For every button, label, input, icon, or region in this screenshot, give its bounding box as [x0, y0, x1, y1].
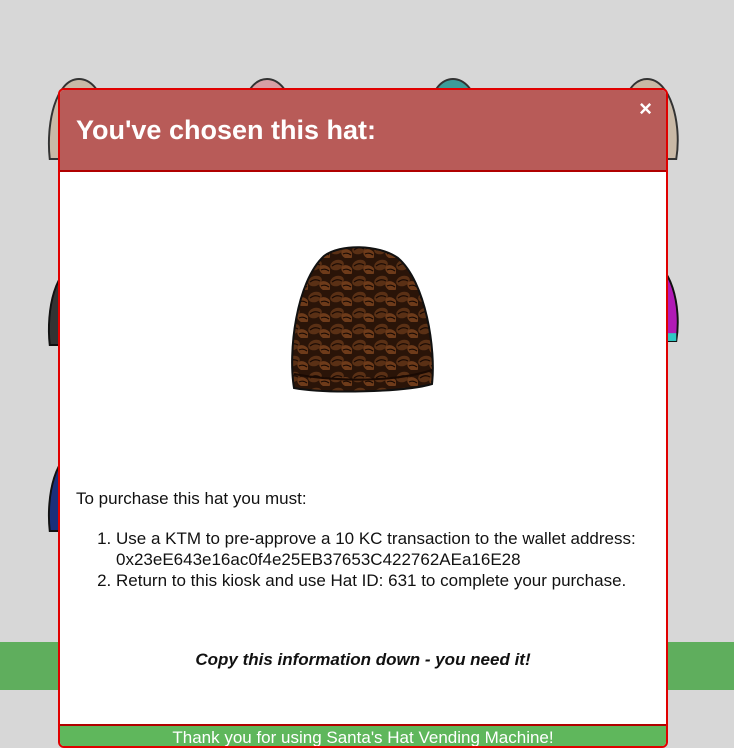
purchase-steps: Use a KTM to pre-approve a 10 KC transac…: [76, 528, 666, 591]
instructions-intro: To purchase this hat you must:: [76, 489, 307, 508]
close-icon[interactable]: ×: [639, 96, 652, 122]
step-2: Return to this kiosk and use Hat ID: 631…: [116, 570, 666, 591]
coffee-bean-hat-image: [291, 246, 434, 393]
copy-note: Copy this information down - you need it…: [195, 650, 531, 669]
hat-selection-modal: You've chosen this hat: × To purchase th…: [58, 88, 668, 748]
modal-title: You've chosen this hat:: [76, 115, 376, 145]
step-1: Use a KTM to pre-approve a 10 KC transac…: [116, 528, 666, 570]
modal-header: You've chosen this hat: ×: [60, 90, 666, 172]
modal-footer: Thank you for using Santa's Hat Vending …: [60, 724, 666, 746]
